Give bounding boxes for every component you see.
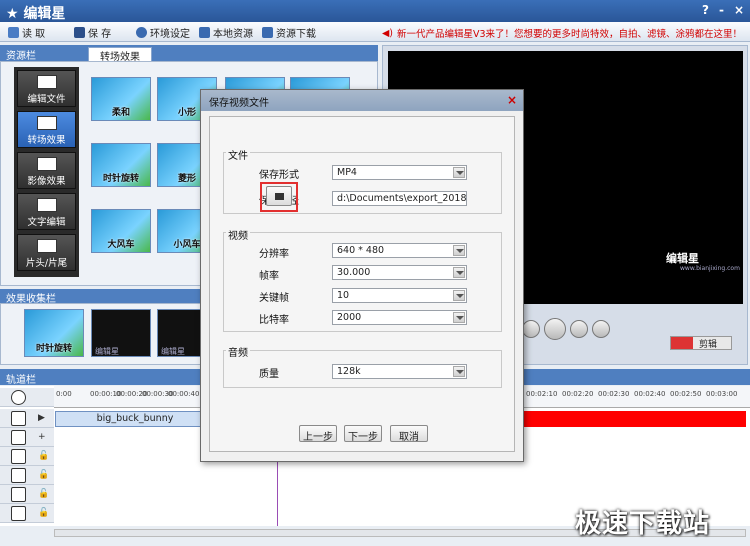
effect-item[interactable]: 编辑星 xyxy=(91,309,151,357)
text-icon xyxy=(36,198,57,212)
next-step-button[interactable]: 下一步 xyxy=(344,425,382,443)
bitrate-select[interactable]: 2000 xyxy=(332,310,467,325)
play-icon[interactable] xyxy=(544,318,566,340)
folder-icon xyxy=(8,27,19,38)
quality-select[interactable]: 128k xyxy=(332,364,467,379)
clock-icon xyxy=(11,390,26,405)
ab-icon xyxy=(11,449,26,464)
save-video-dialog: 保存视频文件 × 文件 保存形式 MP4 保存路径 d:\Documents\e… xyxy=(200,89,524,462)
mic-icon xyxy=(671,337,693,349)
clip-selection[interactable] xyxy=(522,411,746,427)
nav-image-effect[interactable]: 影像效果 xyxy=(17,152,76,189)
toolbar: 读 取 保 存 环境设定 本地资源 资源下载 ◀) 新一代产品编辑星V3来了！您想… xyxy=(0,22,750,42)
chevron-down-icon xyxy=(453,245,465,256)
music-icon xyxy=(11,506,26,521)
image-icon xyxy=(11,468,26,483)
playback-controls xyxy=(522,318,610,340)
resolution-select[interactable]: 640 * 480 xyxy=(332,243,467,258)
track-transition: 🔓 xyxy=(0,447,54,466)
thumb-soft[interactable]: 柔和 xyxy=(91,77,151,121)
text-icon xyxy=(11,487,26,502)
mute-icon xyxy=(11,430,26,445)
next-icon[interactable] xyxy=(570,320,588,338)
title-bar: ★ 编辑星 ? - × xyxy=(0,0,750,22)
nav-title-credits[interactable]: 片头/片尾 xyxy=(17,234,76,271)
nav-edit-file[interactable]: 编辑文件 xyxy=(17,70,76,107)
add-icon[interactable]: + xyxy=(38,432,46,442)
track-audio-mute: + xyxy=(0,428,54,447)
tab-transition[interactable]: 转场效果 xyxy=(88,47,152,63)
track-music: 🔓 xyxy=(0,504,54,523)
play-track-icon[interactable]: ▶ xyxy=(38,413,45,423)
cancel-button[interactable]: 取消 xyxy=(390,425,428,443)
track-video: ▶ xyxy=(0,409,54,428)
preview-watermark: 编辑星 xyxy=(666,252,699,265)
lock-icon[interactable]: 🔓 xyxy=(38,451,49,461)
film-icon xyxy=(36,75,57,89)
playhead[interactable] xyxy=(277,460,278,526)
video-clip[interactable]: big_buck_bunny xyxy=(55,411,215,427)
app-title: 编辑星 xyxy=(23,6,66,22)
effect-item[interactable]: 时针旋转 xyxy=(24,309,84,357)
fps-select[interactable]: 30.000 xyxy=(332,265,467,280)
gear-icon xyxy=(136,27,147,38)
promo-link[interactable]: ◀) 新一代产品编辑星V3来了！您想要的更多时尚特效，自拍、滤镜、涂鸦都在这里！ xyxy=(381,26,742,41)
dialog-title: 保存视频文件 xyxy=(201,90,523,111)
help-button[interactable]: ? xyxy=(702,3,709,17)
file-group-label: 文件 xyxy=(226,147,250,162)
chevron-down-icon xyxy=(453,366,465,377)
bitrate-label: 比特率 xyxy=(259,315,289,326)
close-button[interactable]: × xyxy=(734,3,744,17)
edit-button[interactable]: 剪辑 xyxy=(670,336,732,350)
folder-icon xyxy=(274,193,284,200)
upload-icon xyxy=(199,27,210,38)
lock-icon[interactable]: 🔓 xyxy=(38,470,49,480)
local-resource-button[interactable]: 本地资源 xyxy=(199,25,253,40)
nav-transition[interactable]: 转场效果 xyxy=(17,111,76,148)
chevron-down-icon xyxy=(453,267,465,278)
dialog-close-button[interactable]: × xyxy=(507,93,517,107)
minimize-button[interactable]: - xyxy=(719,3,724,17)
stop-icon[interactable] xyxy=(592,320,610,338)
nav-text-edit[interactable]: 文字编辑 xyxy=(17,193,76,230)
quality-label: 质量 xyxy=(259,369,279,380)
save-button[interactable]: 保 存 xyxy=(74,25,111,40)
read-button[interactable]: 读 取 xyxy=(8,25,45,40)
keyframe-select[interactable]: 10 xyxy=(332,288,467,303)
film-icon xyxy=(11,411,26,426)
disk-icon xyxy=(74,27,85,38)
chevron-down-icon xyxy=(453,290,465,301)
resource-bar: 资源栏 xyxy=(0,45,378,62)
preview-url: www.bianjixing.com xyxy=(680,265,740,272)
thumb-clockwise[interactable]: 时针旋转 xyxy=(91,143,151,187)
prev-icon[interactable] xyxy=(522,320,540,338)
chevron-down-icon xyxy=(453,167,465,178)
chevron-down-icon xyxy=(453,312,465,323)
app-logo: ★ 编辑星 xyxy=(6,6,66,22)
thumb-windmill[interactable]: 大风车 xyxy=(91,209,151,253)
keyframe-label: 关键帧 xyxy=(259,293,289,304)
track-text: 🔓 xyxy=(0,485,54,504)
lock-icon[interactable]: 🔓 xyxy=(38,508,49,518)
audio-group-label: 音频 xyxy=(226,344,250,359)
path-input[interactable]: d:\Documents\export_2018090 xyxy=(332,191,467,206)
format-label: 保存形式 xyxy=(259,170,299,181)
ab-icon xyxy=(36,116,57,130)
settings-button[interactable]: 环境设定 xyxy=(136,25,190,40)
track-effect: 🔓 xyxy=(0,466,54,485)
download-button[interactable]: 资源下载 xyxy=(262,25,316,40)
format-select[interactable]: MP4 xyxy=(332,165,467,180)
site-watermark: 极速下载站 xyxy=(575,509,711,539)
prev-step-button[interactable]: 上一步 xyxy=(299,425,337,443)
download-icon xyxy=(262,27,273,38)
video-group-label: 视频 xyxy=(226,227,250,242)
speaker-icon: ◀) xyxy=(381,27,393,39)
blocks-icon xyxy=(36,239,57,253)
fps-label: 帧率 xyxy=(259,271,279,282)
lock-icon[interactable]: 🔓 xyxy=(38,489,49,499)
image-icon xyxy=(36,157,57,171)
browse-button[interactable] xyxy=(266,186,292,206)
resolution-label: 分辨率 xyxy=(259,249,289,260)
track-clock xyxy=(0,388,54,407)
